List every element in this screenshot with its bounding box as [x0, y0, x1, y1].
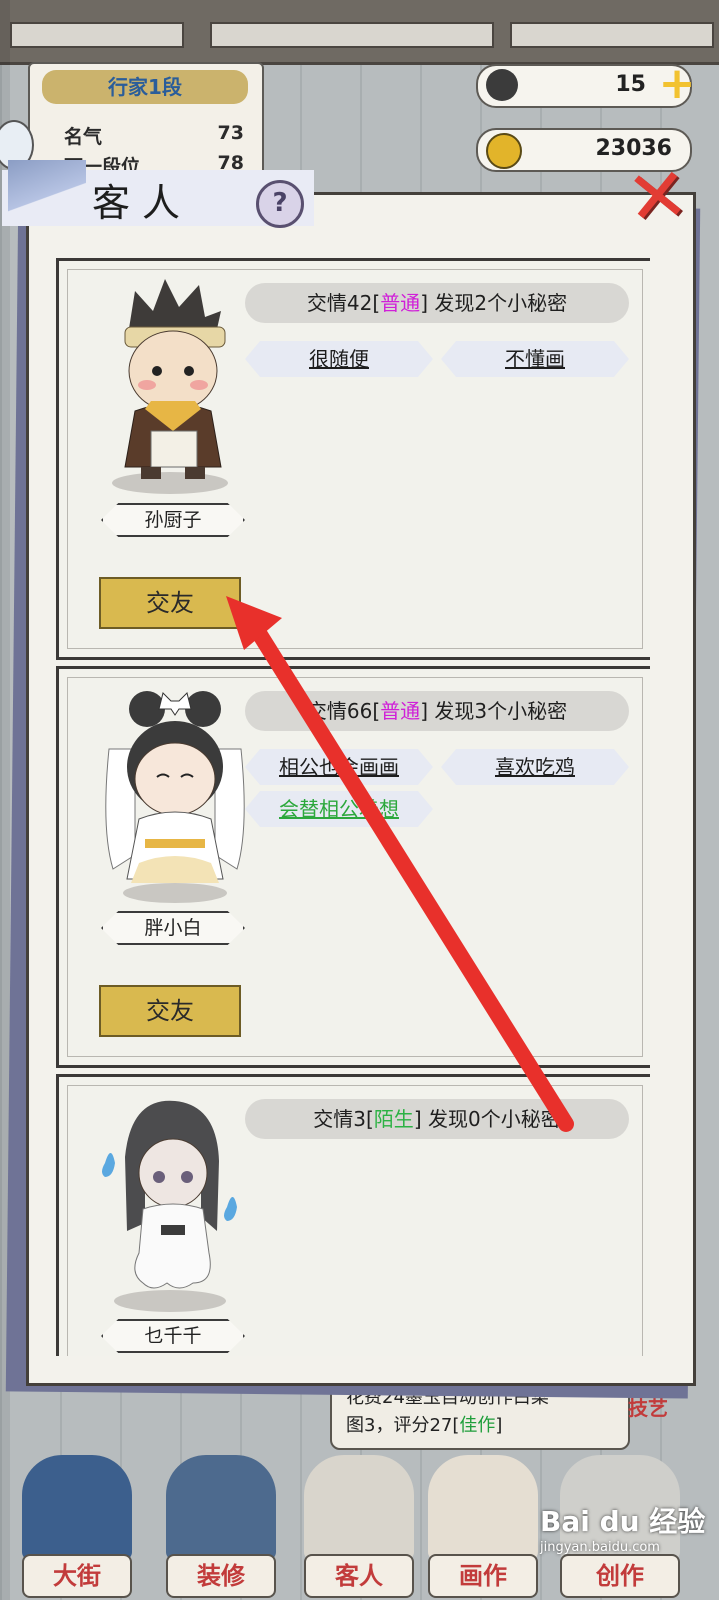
bride-portrait [95, 679, 245, 904]
help-button[interactable]: ? [256, 180, 304, 228]
roof-rail [10, 22, 184, 48]
guest-card: 孙厨子 交情42[普通] 发现2个小秘密 很随便 不懂画 交友 [56, 258, 650, 660]
nav-guests-label: 客人 [304, 1554, 414, 1598]
fame-value: 73 [217, 122, 244, 144]
nav-guests[interactable]: 客人 [304, 1450, 414, 1600]
ghost-portrait [95, 1087, 245, 1312]
painting-scroll-icon [428, 1455, 538, 1560]
guest-list[interactable]: 孙厨子 交情42[普通] 发现2个小秘密 很随便 不懂画 交友 胖小白 交情66… [56, 256, 650, 1356]
affinity-suffix: ] 发现3个小秘密 [420, 699, 568, 723]
ghost-figure-icon [102, 1100, 237, 1312]
affinity-level: 陌生 [373, 1107, 414, 1131]
dialog-title: 客人 [92, 181, 193, 225]
guest-avatar-icon [304, 1455, 414, 1560]
affinity-suffix: ] 发现0个小秘密 [413, 1107, 561, 1131]
nav-decorate-label: 装修 [166, 1554, 276, 1598]
skill-tag[interactable]: 技艺 [628, 1392, 684, 1436]
cook-figure-icon [112, 279, 228, 494]
nav-decorate[interactable]: 装修 [166, 1450, 276, 1600]
decorate-book-icon [166, 1455, 276, 1560]
add-jade-button[interactable]: + [658, 62, 696, 106]
roof-rail [210, 22, 494, 48]
guest-card: 胖小白 交情66[普通] 发现3个小秘密 相公也会画画 喜欢吃鸡 会替相公着想 … [56, 666, 650, 1068]
make-friend-button[interactable]: 交友 [99, 577, 241, 629]
secret-tag[interactable]: 喜欢吃鸡 [441, 749, 629, 785]
guest-name-plate: 胖小白 [101, 911, 245, 945]
notice-suffix: ] [495, 1415, 503, 1436]
nav-paint[interactable]: 画作 [428, 1450, 538, 1600]
secret-tag[interactable]: 会替相公着想 [245, 791, 433, 827]
nav-street[interactable]: 大街 [22, 1450, 132, 1600]
guest-name-plate: 乜千千 [101, 1319, 245, 1353]
fame-row: 名气 73 [64, 122, 244, 149]
guest-card: 乜千千 交情3[陌生] 发现0个小秘密 [56, 1074, 650, 1356]
bride-figure-icon [105, 691, 245, 903]
fame-label: 名气 [64, 126, 103, 148]
affinity-level: 普通 [380, 699, 421, 723]
jade-icon [486, 69, 518, 101]
affinity-bar: 交情66[普通] 发现3个小秘密 [245, 691, 629, 731]
street-gate-icon [22, 1455, 132, 1560]
jade-counter: 15 + [476, 62, 695, 108]
notice-grade: 佳作 [459, 1415, 496, 1436]
affinity-suffix: ] 发现2个小秘密 [420, 291, 568, 315]
background-roof [0, 0, 719, 65]
affinity-bar: 交情3[陌生] 发现0个小秘密 [245, 1099, 629, 1139]
nav-create-label: 创作 [560, 1554, 680, 1598]
cook-portrait [95, 271, 245, 496]
watermark-url: jingyan.baidu.com [540, 1540, 660, 1555]
affinity-prefix: 交情42[ [306, 291, 381, 315]
affinity-prefix: 交情66[ [306, 699, 381, 723]
affinity-level: 普通 [380, 291, 421, 315]
make-friend-button[interactable]: 交友 [99, 985, 241, 1037]
nav-paint-label: 画作 [428, 1554, 538, 1598]
affinity-prefix: 交情3[ [313, 1107, 374, 1131]
coin-icon [486, 133, 522, 169]
watermark-brand: Bai du 经验 [540, 1505, 706, 1538]
nav-street-label: 大街 [22, 1554, 132, 1598]
roof-rail [510, 22, 714, 48]
notice-line-2: 图3，评分27[佳作] [346, 1412, 614, 1440]
close-button[interactable]: ✕ [618, 151, 698, 243]
affinity-bar: 交情42[普通] 发现2个小秘密 [245, 283, 629, 323]
secret-tag[interactable]: 不懂画 [441, 341, 629, 377]
secret-tag[interactable]: 很随便 [245, 341, 433, 377]
notice-prefix: 图3，评分27[ [346, 1415, 460, 1436]
guest-name-plate: 孙厨子 [101, 503, 245, 537]
mountain-decoration-icon [8, 160, 86, 224]
baidu-watermark: Bai du 经验 jingyan.baidu.com [540, 1500, 710, 1555]
jade-count: 15 [615, 72, 646, 97]
secret-tag[interactable]: 相公也会画画 [245, 749, 433, 785]
rank-title: 行家1段 [42, 70, 248, 104]
